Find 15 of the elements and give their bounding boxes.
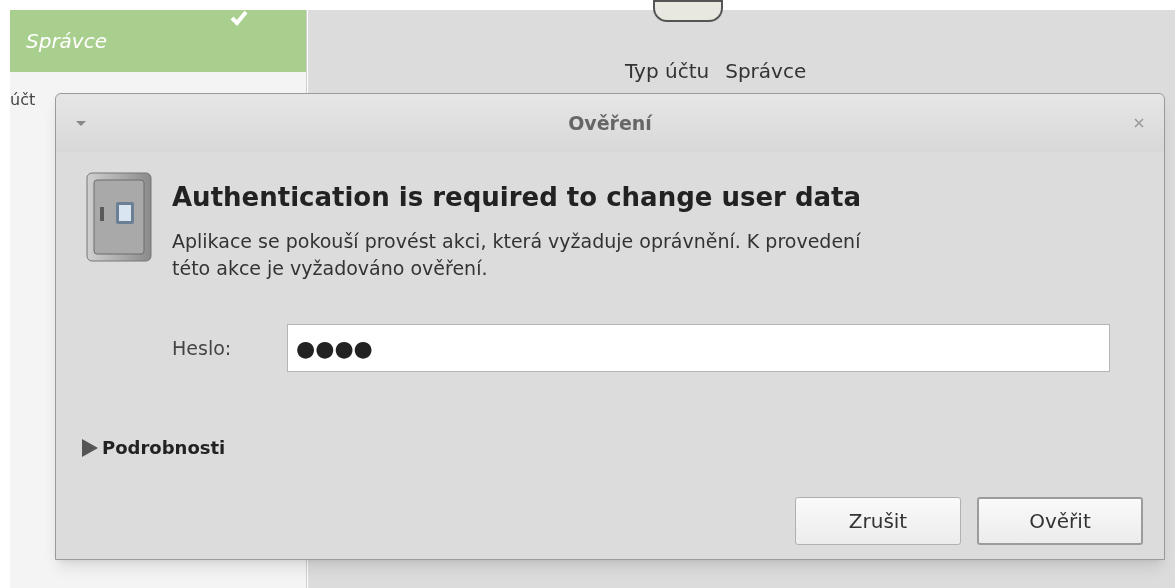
account-type-label: Typ účtu [625, 58, 710, 85]
window-title: Ověření [568, 110, 652, 136]
password-label: Heslo: [172, 335, 233, 361]
safe-icon [86, 172, 152, 262]
password-field[interactable]: ●●●● [287, 324, 1110, 372]
account-type-value: Správce [725, 58, 807, 85]
details-expander[interactable]: Podrobnosti [82, 434, 226, 461]
dialog-button[interactable]: Zrušit [795, 497, 961, 545]
menu-caret-icon[interactable] [76, 120, 86, 126]
dialog-message: Aplikace se pokouší provést akci, která vyžaduje oprávnění. K provedení této akce je vyžadováno ověření. [172, 229, 862, 281]
dialog-button[interactable]: Ověřit [977, 497, 1143, 545]
account-label: účt [10, 89, 36, 111]
account-role: Správce [26, 28, 107, 55]
close-icon[interactable] [1134, 118, 1144, 128]
dialog-heading: Authentication is required to change user data [172, 181, 863, 214]
